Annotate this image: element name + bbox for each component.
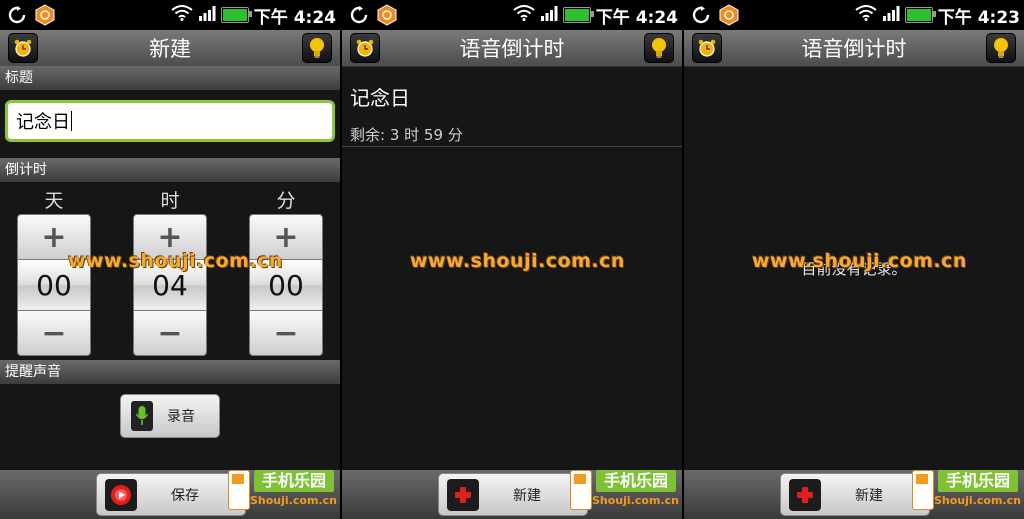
minutes-decrement-button[interactable]: − [249, 310, 323, 356]
section-header-sound: 提醒声音 [0, 360, 340, 384]
logo-name: 手机乐园 [938, 470, 1018, 492]
days-decrement-button[interactable]: − [17, 310, 91, 356]
wifi-icon [513, 5, 535, 25]
hours-decrement-button[interactable]: − [133, 310, 207, 356]
logo-url: Shouji.com.cn [250, 494, 337, 507]
unit-minutes-label: 分 [276, 190, 296, 212]
entry-title: 记念日 [350, 86, 410, 110]
add-icon [447, 478, 479, 511]
microphone-icon [131, 401, 153, 431]
site-logo: 手机乐园 Shouji.com.cn [570, 468, 682, 516]
save-button[interactable]: 保存 [96, 473, 246, 516]
watermark: www.shouji.com.cn [410, 250, 625, 272]
title-bar: 语音倒计时 [684, 30, 1024, 67]
app-notification-icon [718, 4, 740, 26]
signal-icon [198, 5, 216, 25]
unit-hours-label: 时 [160, 190, 180, 212]
bulb-button[interactable] [986, 33, 1016, 63]
title-bar: 新建 [0, 30, 340, 67]
signal-icon [882, 5, 900, 25]
record-button-label: 录音 [167, 409, 195, 425]
phone-logo-icon [912, 470, 934, 510]
page-title: 新建 [149, 37, 191, 61]
watermark: www.shouji.com.cn [68, 250, 283, 272]
phone-logo-icon [570, 470, 592, 510]
alarm-clock-icon [356, 39, 374, 57]
status-bar: 下午 4:24 [342, 0, 682, 30]
alarm-clock-button[interactable] [692, 33, 722, 63]
sync-icon [350, 6, 368, 24]
text-caret [71, 111, 72, 131]
sync-icon [8, 6, 26, 24]
clock: 下午 4:24 [595, 7, 678, 28]
list-divider [342, 146, 682, 147]
bulb-button[interactable] [644, 33, 674, 63]
logo-name: 手机乐园 [254, 470, 334, 492]
signal-icon [540, 5, 558, 25]
new-button-label: 新建 [855, 487, 883, 504]
record-button[interactable]: 录音 [120, 394, 220, 438]
alarm-clock-button[interactable] [8, 33, 38, 63]
add-icon [789, 478, 821, 511]
lightbulb-icon [652, 38, 666, 58]
status-bar: 下午 4:23 [684, 0, 1024, 30]
title-bar: 语音倒计时 [342, 30, 682, 67]
status-bar: 下午 4:24 [0, 0, 340, 30]
logo-name: 手机乐园 [596, 470, 676, 492]
title-input[interactable]: 记念日 [5, 100, 335, 142]
lightbulb-icon [994, 38, 1008, 58]
alarm-clock-button[interactable] [350, 33, 380, 63]
clock: 下午 4:23 [937, 7, 1020, 28]
watermark: www.shouji.com.cn [752, 250, 967, 272]
section-header-title: 标题 [0, 66, 340, 90]
logo-url: Shouji.com.cn [934, 494, 1021, 507]
battery-icon [904, 7, 936, 23]
app-notification-icon [376, 4, 398, 26]
clock: 下午 4:24 [253, 7, 336, 28]
site-logo: 手机乐园 Shouji.com.cn [228, 468, 340, 516]
screen-countdown-list: 下午 4:24 语音倒计时 记念日 剩余: 3 时 59 分 新建 www.sh… [342, 0, 682, 519]
hours-spinner: + 04 − [133, 214, 207, 356]
section-header-countdown: 倒计时 [0, 158, 340, 182]
lightbulb-icon [310, 38, 324, 58]
new-button[interactable]: 新建 [780, 473, 930, 516]
site-logo: 手机乐园 Shouji.com.cn [912, 468, 1024, 516]
minutes-spinner: + 00 − [249, 214, 323, 356]
alarm-clock-icon [698, 39, 716, 57]
screen-new-countdown: 下午 4:24 新建 标题 记念日 倒计时 天 时 分 + 00 − + 04 … [0, 0, 340, 519]
alarm-clock-icon [14, 39, 32, 57]
page-title: 语音倒计时 [459, 37, 565, 61]
wifi-icon [171, 5, 193, 25]
bulb-button[interactable] [302, 33, 332, 63]
save-record-icon [105, 478, 137, 511]
days-spinner: + 00 − [17, 214, 91, 356]
new-button-label: 新建 [513, 487, 541, 504]
unit-days-label: 天 [44, 190, 64, 212]
battery-icon [220, 7, 252, 23]
sync-icon [692, 6, 710, 24]
wifi-icon [855, 5, 877, 25]
screen-countdown-empty: 下午 4:23 语音倒计时 目前没有记录。 新建 www.shouji.com.… [684, 0, 1024, 519]
new-button[interactable]: 新建 [438, 473, 588, 516]
battery-icon [562, 7, 594, 23]
entry-remaining-time: 剩余: 3 时 59 分 [350, 126, 463, 144]
title-input-value: 记念日 [16, 112, 70, 133]
app-notification-icon [34, 4, 56, 26]
page-title: 语音倒计时 [801, 37, 907, 61]
logo-url: Shouji.com.cn [592, 494, 679, 507]
save-button-label: 保存 [171, 487, 199, 504]
phone-logo-icon [228, 470, 250, 510]
